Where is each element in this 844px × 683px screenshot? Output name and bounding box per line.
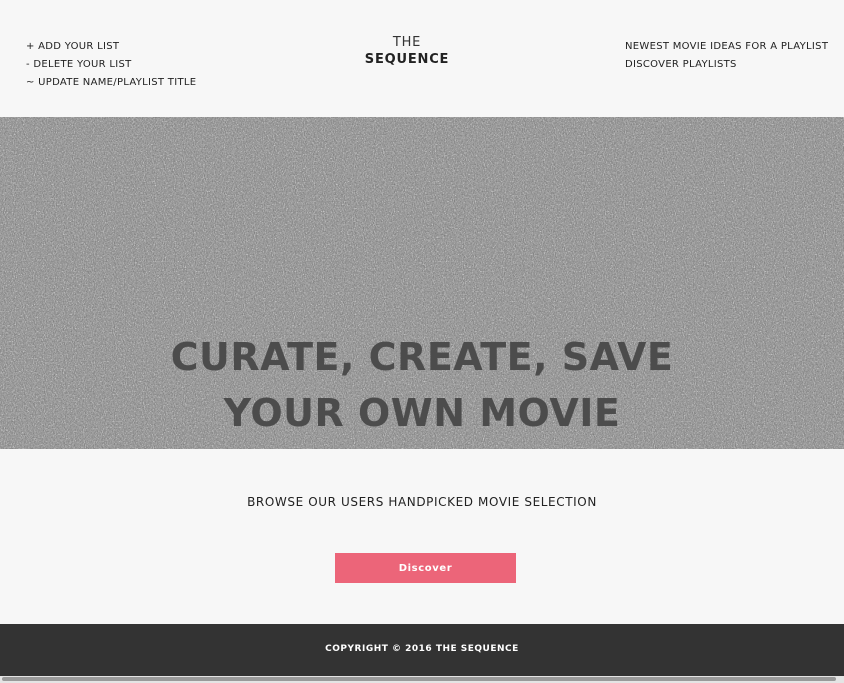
hero-line-2: YOUR OWN MOVIE (223, 391, 621, 435)
copyright-text: COPYRIGHT © 2016 THE SEQUENCE (325, 644, 519, 654)
discover-playlists-link[interactable]: DISCOVER PLAYLISTS (625, 56, 828, 74)
horizontal-scrollbar[interactable] (0, 676, 844, 683)
nav-right: NEWEST MOVIE IDEAS FOR A PLAYLIST DISCOV… (625, 38, 828, 74)
scrollbar-thumb[interactable] (2, 677, 836, 681)
update-title-link[interactable]: ~ UPDATE NAME/PLAYLIST TITLE (26, 74, 196, 92)
browse-caption: BROWSE OUR USERS HANDPICKED MOVIE SELECT… (247, 495, 597, 509)
newest-ideas-link[interactable]: NEWEST MOVIE IDEAS FOR A PLAYLIST (625, 38, 828, 56)
hero-line-1: CURATE, CREATE, SAVE (170, 335, 674, 379)
hero-banner: CURATE, CREATE, SAVE YOUR OWN MOVIE PLAY… (0, 117, 844, 449)
hero-heading: CURATE, CREATE, SAVE YOUR OWN MOVIE PLAY… (0, 329, 844, 449)
discover-button[interactable]: Discover (335, 553, 516, 583)
footer: COPYRIGHT © 2016 THE SEQUENCE (0, 624, 844, 676)
hero-line-3: PLAYLISTS (0, 441, 844, 449)
